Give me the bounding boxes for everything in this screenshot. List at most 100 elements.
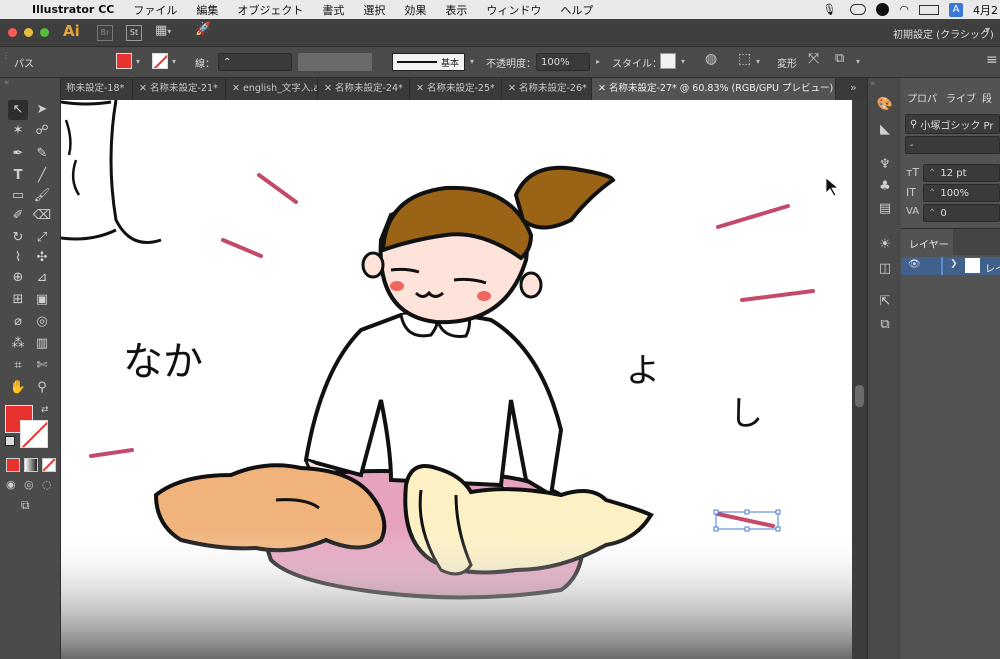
screen-mode-icon[interactable]: ⧉	[21, 498, 30, 513]
font-style-select[interactable]: -	[905, 136, 1000, 154]
brush-chevron-icon[interactable]: ▾	[470, 57, 474, 66]
tab-close-icon[interactable]: ✕	[508, 83, 519, 94]
menubar-clock[interactable]: 4月2	[973, 2, 998, 18]
workspace-switcher[interactable]: 初期設定 (クラシック)	[893, 26, 994, 41]
window-minimize-button[interactable]	[24, 28, 33, 37]
type-tool-icon[interactable]: T	[8, 166, 28, 186]
draw-inside-icon[interactable]: ◌	[42, 478, 52, 491]
menu-window[interactable]: ウィンドウ	[486, 2, 541, 18]
color-panel-icon[interactable]: 🎨	[875, 96, 895, 114]
opacity-input[interactable]: 100%	[536, 53, 590, 71]
rectangle-tool-icon[interactable]: ▭	[8, 186, 28, 206]
leading-input[interactable]: ⌃ 100%	[923, 184, 1000, 202]
brushes-panel-icon[interactable]: ♆	[875, 156, 895, 174]
slice-tool-icon[interactable]: ✄	[32, 356, 52, 376]
shaper-tool-icon[interactable]: ✐	[8, 206, 28, 226]
arrange-chevron-icon[interactable]: ▾	[856, 57, 860, 66]
artboards-panel-icon[interactable]: ⧉	[875, 316, 895, 334]
symbol-sprayer-tool-icon[interactable]: ⁂	[8, 334, 28, 354]
menu-select[interactable]: 選択	[363, 2, 385, 18]
wifi-icon[interactable]: ◠	[899, 3, 909, 16]
hand-tool-icon[interactable]: ✋	[8, 378, 28, 398]
menu-help[interactable]: ヘルプ	[560, 2, 593, 18]
tab-libraries[interactable]: ライブ	[946, 90, 976, 105]
arrange-documents-icon[interactable]: ▦▾	[155, 23, 171, 38]
layer-name[interactable]: レイ	[985, 260, 1000, 275]
fill-chevron-icon[interactable]: ▾	[136, 57, 140, 66]
brush-definition-select[interactable]: 基本	[392, 53, 465, 71]
stroke-weight-input[interactable]: ⌃	[218, 53, 292, 71]
tab-document-25[interactable]: ✕ 名称未設定-25*	[410, 78, 502, 100]
menu-type[interactable]: 書式	[322, 2, 344, 18]
tab-document-27-active[interactable]: ✕ 名称未設定-27* @ 60.83% (RGB/GPU プレビュー)	[592, 78, 836, 100]
color-guide-panel-icon[interactable]: ◣	[875, 121, 895, 139]
stroke-swatch[interactable]	[152, 53, 168, 69]
tab-close-icon[interactable]: ✕	[139, 83, 150, 94]
tab-document-english[interactable]: ✕ english_文字入.ai	[226, 78, 318, 100]
curvature-tool-icon[interactable]: ✎	[32, 144, 52, 164]
selection-tool-icon[interactable]: ↖	[8, 100, 28, 120]
font-family-select[interactable]: ⚲ 小塚ゴシック Pr	[905, 114, 1000, 134]
gradient-mode-button[interactable]	[24, 458, 38, 472]
export-panel-icon[interactable]: ⇱	[875, 293, 895, 311]
none-mode-button[interactable]	[42, 458, 56, 472]
tab-close-icon[interactable]: ✕	[598, 83, 609, 94]
default-colors-icon[interactable]	[5, 436, 15, 446]
paintbrush-tool-icon[interactable]: 🖌	[32, 186, 52, 206]
shape-builder-tool-icon[interactable]: ⊕	[8, 268, 28, 288]
transparency-panel-icon[interactable]: ◫	[875, 260, 895, 278]
tracking-input[interactable]: ⌃ 0	[923, 204, 1000, 222]
isolate-icon[interactable]: ⤧	[808, 51, 819, 67]
workspace-chevron-icon[interactable]: ▾	[985, 25, 990, 36]
stroke-color-box[interactable]	[20, 420, 48, 448]
creative-cloud-icon[interactable]	[850, 4, 867, 15]
menu-file[interactable]: ファイル	[133, 2, 177, 18]
bridge-button[interactable]: Br	[97, 25, 113, 41]
tab-document-18[interactable]: 称未設定-18*	[60, 78, 133, 100]
microphone-icon[interactable]: 🎙	[822, 3, 836, 16]
arrange-icon[interactable]: ⧉	[835, 51, 844, 66]
tab-paragraph[interactable]: 段	[982, 90, 992, 105]
canvas-text-naka[interactable]: なか	[123, 339, 203, 385]
canvas-text-yo[interactable]: よ	[626, 351, 660, 391]
menu-view[interactable]: 表示	[445, 2, 467, 18]
lasso-tool-icon[interactable]: ☍	[32, 121, 52, 141]
transform-button[interactable]: 変形	[777, 55, 797, 70]
collapse-toolbar-icon[interactable]: «	[4, 78, 10, 88]
eraser-tool-icon[interactable]: ⌫	[32, 206, 52, 226]
warp-tool-icon[interactable]: ⌇	[8, 248, 28, 268]
mesh-tool-icon[interactable]: ⊞	[8, 290, 28, 310]
tab-document-21[interactable]: ✕ 名称未設定-21*	[133, 78, 226, 100]
scale-tool-icon[interactable]: ⤢	[32, 228, 52, 248]
align-chevron-icon[interactable]: ▾	[756, 57, 760, 66]
swap-fill-stroke-icon[interactable]: ⇄	[41, 405, 49, 415]
battery-icon[interactable]	[919, 4, 939, 15]
appearance-panel-icon[interactable]: ☀	[875, 236, 895, 254]
tab-document-26[interactable]: ✕ 名称未設定-26*	[502, 78, 592, 100]
menu-object[interactable]: オブジェクト	[237, 2, 303, 18]
puppet-warp-tool-icon[interactable]: ✣	[32, 248, 52, 268]
recolor-artwork-icon[interactable]: ◍	[705, 51, 717, 67]
align-to-icon[interactable]: ⬚	[738, 51, 751, 67]
menu-app-name[interactable]: Illustrator CC	[32, 3, 114, 16]
line-tool-icon[interactable]: ╱	[32, 166, 52, 186]
pen-tool-icon[interactable]: ✒	[8, 144, 28, 164]
window-close-button[interactable]	[8, 28, 17, 37]
tab-overflow-icon[interactable]: »	[850, 81, 857, 94]
blend-tool-icon[interactable]: ◎	[32, 312, 52, 332]
layer-row[interactable]: 👁 ❯ レイ	[901, 257, 1000, 275]
gpu-performance-icon[interactable]: 🚀	[195, 22, 211, 37]
artboard-tool-icon[interactable]: ⌗	[8, 356, 28, 376]
column-graph-tool-icon[interactable]: ▥	[32, 334, 52, 354]
graphic-style-swatch[interactable]	[660, 53, 676, 69]
style-chevron-icon[interactable]: ▾	[681, 57, 685, 66]
font-size-input[interactable]: ⌃ 12 pt	[923, 164, 1000, 182]
symbols-panel-icon[interactable]: ♣	[875, 178, 895, 196]
stroke-chevron-icon[interactable]: ▾	[172, 57, 176, 66]
draw-normal-icon[interactable]: ◉	[6, 478, 16, 491]
stock-button[interactable]: St	[126, 25, 142, 41]
color-mode-button[interactable]	[6, 458, 20, 472]
tab-close-icon[interactable]: ✕	[416, 83, 427, 94]
tab-close-icon[interactable]: ✕	[324, 83, 335, 94]
magic-wand-tool-icon[interactable]: ✶	[8, 121, 28, 141]
